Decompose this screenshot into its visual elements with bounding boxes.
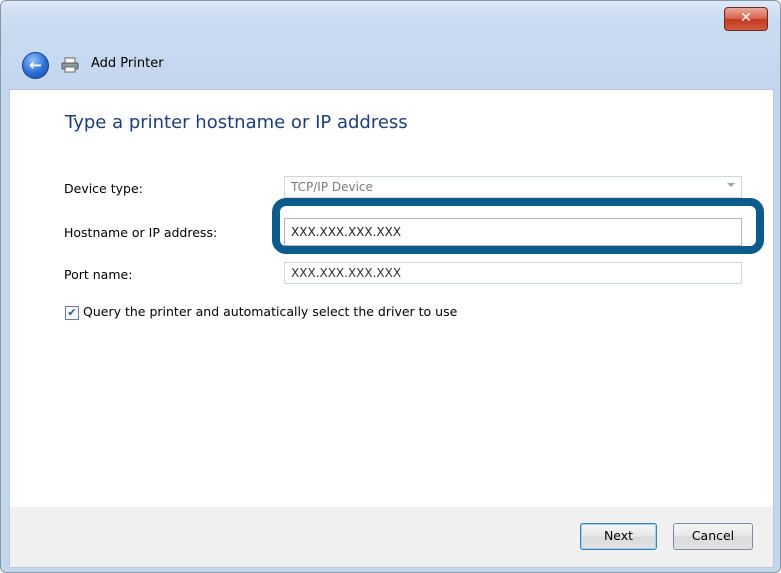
- wizard-content: Type a printer hostname or IP address De…: [9, 89, 774, 508]
- checkmark-icon: ✔: [67, 306, 77, 319]
- printer-icon: [61, 57, 79, 73]
- back-arrow-icon: ←: [29, 56, 42, 74]
- port-name-label: Port name:: [64, 267, 133, 282]
- device-type-select[interactable]: TCP/IP Device: [284, 176, 742, 198]
- query-printer-checkbox[interactable]: ✔: [65, 306, 79, 320]
- cancel-button[interactable]: Cancel: [673, 523, 753, 550]
- device-type-value: TCP/IP Device: [291, 180, 373, 194]
- hostname-label: Hostname or IP address:: [64, 225, 218, 240]
- page-heading: Type a printer hostname or IP address: [65, 112, 408, 133]
- highlight-frame: [272, 198, 764, 254]
- close-button[interactable]: ✕: [724, 7, 768, 31]
- device-type-label: Device type:: [64, 181, 143, 196]
- chevron-down-icon: [727, 183, 735, 187]
- back-button[interactable]: ←: [22, 52, 49, 79]
- wizard-footer: Next Cancel: [9, 507, 774, 568]
- port-name-value: XXX.XXX.XXX.XXX: [291, 266, 402, 280]
- add-printer-window: ✕ ← Add Printer Type a printer hostname …: [0, 0, 781, 573]
- window-title: Add Printer: [91, 56, 164, 71]
- next-button[interactable]: Next: [580, 523, 657, 550]
- query-printer-label[interactable]: Query the printer and automatically sele…: [83, 304, 457, 319]
- close-icon: ✕: [740, 10, 752, 26]
- port-name-input[interactable]: XXX.XXX.XXX.XXX: [284, 262, 742, 284]
